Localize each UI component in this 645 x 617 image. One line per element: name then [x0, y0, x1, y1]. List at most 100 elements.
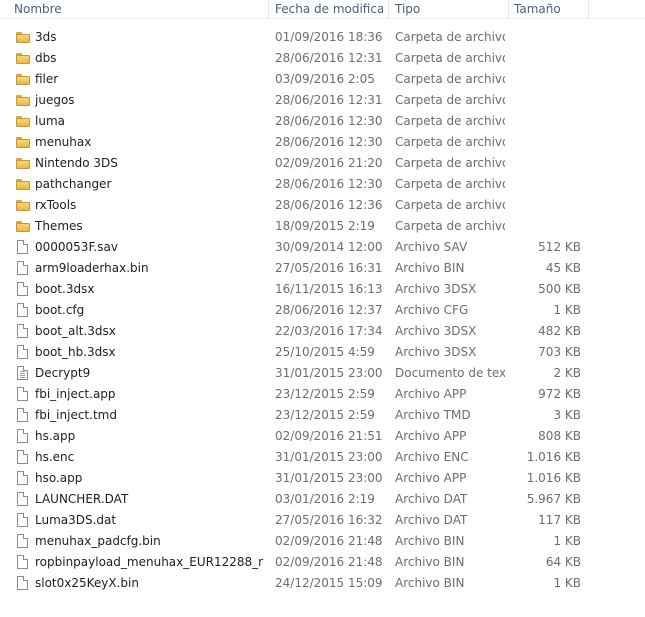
file-name: juegos: [35, 93, 75, 107]
file-icon: [17, 450, 28, 464]
file-row[interactable]: rxTools 28/06/2016 12:36 Carpeta de archiv…: [0, 195, 645, 216]
file-row[interactable]: fbi_inject.tmd 23/12/2015 2:59 Archivo TMD…: [0, 405, 645, 426]
file-size: 1.016 KB: [526, 471, 581, 485]
file-row[interactable]: menuhax_padcfg.bin 02/09/2016 21:48 Archiv…: [0, 531, 645, 552]
file-icon: [17, 471, 28, 485]
file-row[interactable]: juegos 28/06/2016 12:31 Carpeta de archivo…: [0, 90, 645, 111]
column-header-type[interactable]: Tipo: [395, 0, 505, 19]
column-header-size[interactable]: Tamaño: [514, 0, 584, 19]
file-row[interactable]: Themes 18/09/2015 2:19 Carpeta de archivos: [0, 216, 645, 237]
file-modified-date: 31/01/2015 23:00: [275, 471, 383, 485]
file-row[interactable]: slot0x25KeyX.bin 24/12/2015 15:09 Archivo …: [0, 573, 645, 594]
column-header-date[interactable]: Fecha de modifica...: [275, 0, 383, 19]
file-size: 2 KB: [553, 366, 581, 380]
file-name: menuhax_padcfg.bin: [35, 534, 161, 548]
folder-icon: [16, 53, 30, 64]
file-type: Archivo DAT: [395, 492, 468, 506]
file-type: Carpeta de archivos: [395, 114, 505, 128]
file-modified-date: 27/05/2016 16:31: [275, 261, 383, 275]
file-modified-date: 23/12/2015 2:59: [275, 408, 375, 422]
folder-icon: [16, 158, 30, 169]
folder-icon: [16, 179, 30, 190]
file-type: Carpeta de archivos: [395, 156, 505, 170]
file-type: Archivo DAT: [395, 513, 468, 527]
file-row[interactable]: hs.app 02/09/2016 21:51 Archivo APP 808 KB: [0, 426, 645, 447]
file-type: Carpeta de archivos: [395, 219, 505, 233]
file-type: Archivo APP: [395, 471, 467, 485]
file-name: fbi_inject.tmd: [35, 408, 117, 422]
file-row[interactable]: Nintendo 3DS 02/09/2016 21:20 Carpeta de a…: [0, 153, 645, 174]
folder-icon: [16, 200, 30, 211]
column-resize-handle[interactable]: [388, 0, 389, 19]
file-name: 0000053F.sav: [35, 240, 118, 254]
file-size: 1 KB: [553, 303, 581, 317]
file-type: Carpeta de archivos: [395, 198, 505, 212]
sort-chevron-up-icon: ^: [137, 0, 145, 4]
file-row[interactable]: filer 03/09/2016 2:05 Carpeta de archivos: [0, 69, 645, 90]
file-modified-date: 02/09/2016 21:48: [275, 534, 383, 548]
file-size: 117 KB: [538, 513, 581, 527]
column-resize-handle[interactable]: [588, 0, 589, 19]
file-row[interactable]: fbi_inject.app 23/12/2015 2:59 Archivo APP…: [0, 384, 645, 405]
file-name: 3ds: [35, 30, 57, 44]
folder-icon: [16, 137, 30, 148]
file-row[interactable]: Decrypt9 31/01/2015 23:00 Documento de tex…: [0, 363, 645, 384]
file-row[interactable]: pathchanger 28/06/2016 12:30 Carpeta de ar…: [0, 174, 645, 195]
file-modified-date: 28/06/2016 12:36: [275, 198, 383, 212]
file-modified-date: 31/01/2015 23:00: [275, 450, 383, 464]
file-icon: [17, 576, 28, 590]
file-icon: [17, 492, 28, 506]
file-row[interactable]: 0000053F.sav 30/09/2014 12:00 Archivo SAV 5…: [0, 237, 645, 258]
file-modified-date: 27/05/2016 16:32: [275, 513, 383, 527]
folder-icon: [16, 221, 30, 232]
file-row[interactable]: boot.cfg 28/06/2016 12:37 Archivo CFG 1 KB: [0, 300, 645, 321]
file-modified-date: 31/01/2015 23:00: [275, 366, 383, 380]
column-resize-handle[interactable]: [268, 0, 269, 19]
file-size: 808 KB: [538, 429, 581, 443]
file-row[interactable]: luma 28/06/2016 12:30 Carpeta de archivos: [0, 111, 645, 132]
file-size: 3 KB: [553, 408, 581, 422]
file-row[interactable]: boot_alt.3dsx 22/03/2016 17:34 Archivo 3DS…: [0, 321, 645, 342]
file-size: [512, 216, 581, 237]
file-type: Archivo 3DSX: [395, 345, 477, 359]
file-row[interactable]: hso.app 31/01/2015 23:00 Archivo APP 1.016 …: [0, 468, 645, 489]
file-row[interactable]: 3ds 01/09/2016 18:36 Carpeta de archivos: [0, 27, 645, 48]
column-header-name-label: Nombre: [14, 2, 62, 16]
column-header-bar: Nombre ^ Fecha de modifica... Tipo Tamañ…: [0, 0, 645, 19]
file-row[interactable]: ropbinpayload_menuhax_EUR12288_new... 02/…: [0, 552, 645, 573]
file-name: Nintendo 3DS: [35, 156, 118, 170]
column-resize-handle[interactable]: [508, 0, 509, 19]
file-modified-date: 03/09/2016 2:05: [275, 72, 375, 86]
file-type: Archivo BIN: [395, 534, 465, 548]
file-row[interactable]: LAUNCHER.DAT 03/01/2016 2:19 Archivo DAT 5.…: [0, 489, 645, 510]
file-row[interactable]: Luma3DS.dat 27/05/2016 16:32 Archivo DAT 11…: [0, 510, 645, 531]
file-name: pathchanger: [35, 177, 112, 191]
file-size: [512, 153, 581, 174]
file-type: Archivo BIN: [395, 261, 465, 275]
file-row[interactable]: boot_hb.3dsx 25/10/2015 4:59 Archivo 3DSX 7…: [0, 342, 645, 363]
file-row[interactable]: boot.3dsx 16/11/2015 16:13 Archivo 3DSX 500…: [0, 279, 645, 300]
file-row[interactable]: menuhax 28/06/2016 12:30 Carpeta de archiv…: [0, 132, 645, 153]
file-icon: [17, 282, 28, 296]
folder-icon: [16, 32, 30, 43]
file-size: [512, 69, 581, 90]
file-type: Documento de tex...: [395, 366, 505, 380]
file-size: 703 KB: [538, 345, 581, 359]
file-size: [512, 174, 581, 195]
file-size: 1 KB: [553, 534, 581, 548]
file-size: 500 KB: [538, 282, 581, 296]
file-name: boot.3dsx: [35, 282, 95, 296]
file-row[interactable]: hs.enc 31/01/2015 23:00 Archivo ENC 1.016 K…: [0, 447, 645, 468]
file-modified-date: 28/06/2016 12:37: [275, 303, 383, 317]
file-modified-date: 28/06/2016 12:30: [275, 135, 383, 149]
file-name: boot_alt.3dsx: [35, 324, 116, 338]
file-size: 482 KB: [538, 324, 581, 338]
file-name: Themes: [35, 219, 83, 233]
file-row[interactable]: arm9loaderhax.bin 27/05/2016 16:31 Archivo…: [0, 258, 645, 279]
file-row[interactable]: dbs 28/06/2016 12:31 Carpeta de archivos: [0, 48, 645, 69]
file-modified-date: 28/06/2016 12:30: [275, 177, 383, 191]
file-list: 3ds 01/09/2016 18:36 Carpeta de archivos db…: [0, 27, 645, 594]
file-size: 972 KB: [538, 387, 581, 401]
file-name: hso.app: [35, 471, 83, 485]
file-icon: [17, 303, 28, 317]
